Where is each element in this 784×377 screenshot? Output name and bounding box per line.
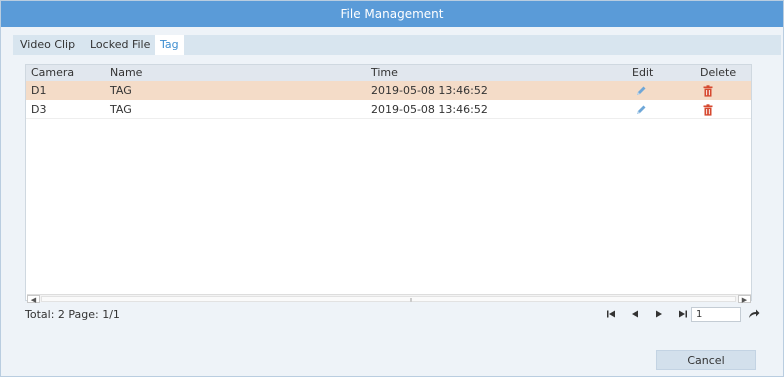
pencil-icon[interactable] [635, 85, 647, 97]
name-cell: TAG [110, 103, 132, 116]
table-row[interactable]: D3 TAG 2019-05-08 13:46:52 [26, 100, 751, 119]
camera-cell: D1 [31, 84, 47, 97]
horizontal-scrollbar[interactable]: ◀ ▶ [27, 294, 751, 304]
cancel-button[interactable]: Cancel [656, 350, 756, 370]
tab-bar: Video Clip Locked File Tag [13, 35, 781, 55]
total-page-info: Total: 2 Page: 1/1 [25, 308, 120, 321]
column-header-edit: Edit [632, 66, 654, 79]
page-number-input[interactable] [691, 307, 741, 322]
name-cell: TAG [110, 84, 132, 97]
scroll-left-icon[interactable]: ◀ [27, 295, 40, 304]
dialog-title: File Management [1, 1, 783, 27]
scroll-right-icon[interactable]: ▶ [738, 295, 751, 304]
file-table: Camera Name Time Edit Delete D1 TAG 2019… [25, 64, 752, 304]
column-header-delete: Delete [700, 66, 737, 79]
next-page-icon[interactable] [653, 308, 665, 320]
scrollbar-grip [410, 298, 412, 302]
time-cell: 2019-05-08 13:46:52 [371, 103, 488, 116]
table-row[interactable]: D1 TAG 2019-05-08 13:46:52 [26, 81, 751, 100]
column-header-name[interactable]: Name [110, 65, 142, 81]
tab-locked-file[interactable]: Locked File [85, 35, 155, 55]
camera-cell: D3 [31, 103, 47, 116]
tab-tag[interactable]: Tag [155, 35, 184, 55]
scrollbar-thumb[interactable] [41, 296, 736, 302]
trash-icon[interactable] [702, 85, 714, 97]
file-management-dialog: File Management Video Clip Locked File T… [0, 0, 784, 377]
go-arrow-icon[interactable] [748, 308, 760, 320]
trash-icon[interactable] [702, 104, 714, 116]
table-header: Camera Name Time Edit Delete [26, 65, 751, 81]
tab-video-clip[interactable]: Video Clip [15, 35, 80, 55]
column-header-camera[interactable]: Camera [31, 65, 74, 81]
pencil-icon[interactable] [635, 104, 647, 116]
last-page-icon[interactable] [677, 308, 689, 320]
first-page-icon[interactable] [605, 308, 617, 320]
column-header-time[interactable]: Time [371, 65, 398, 81]
prev-page-icon[interactable] [629, 308, 641, 320]
time-cell: 2019-05-08 13:46:52 [371, 84, 488, 97]
